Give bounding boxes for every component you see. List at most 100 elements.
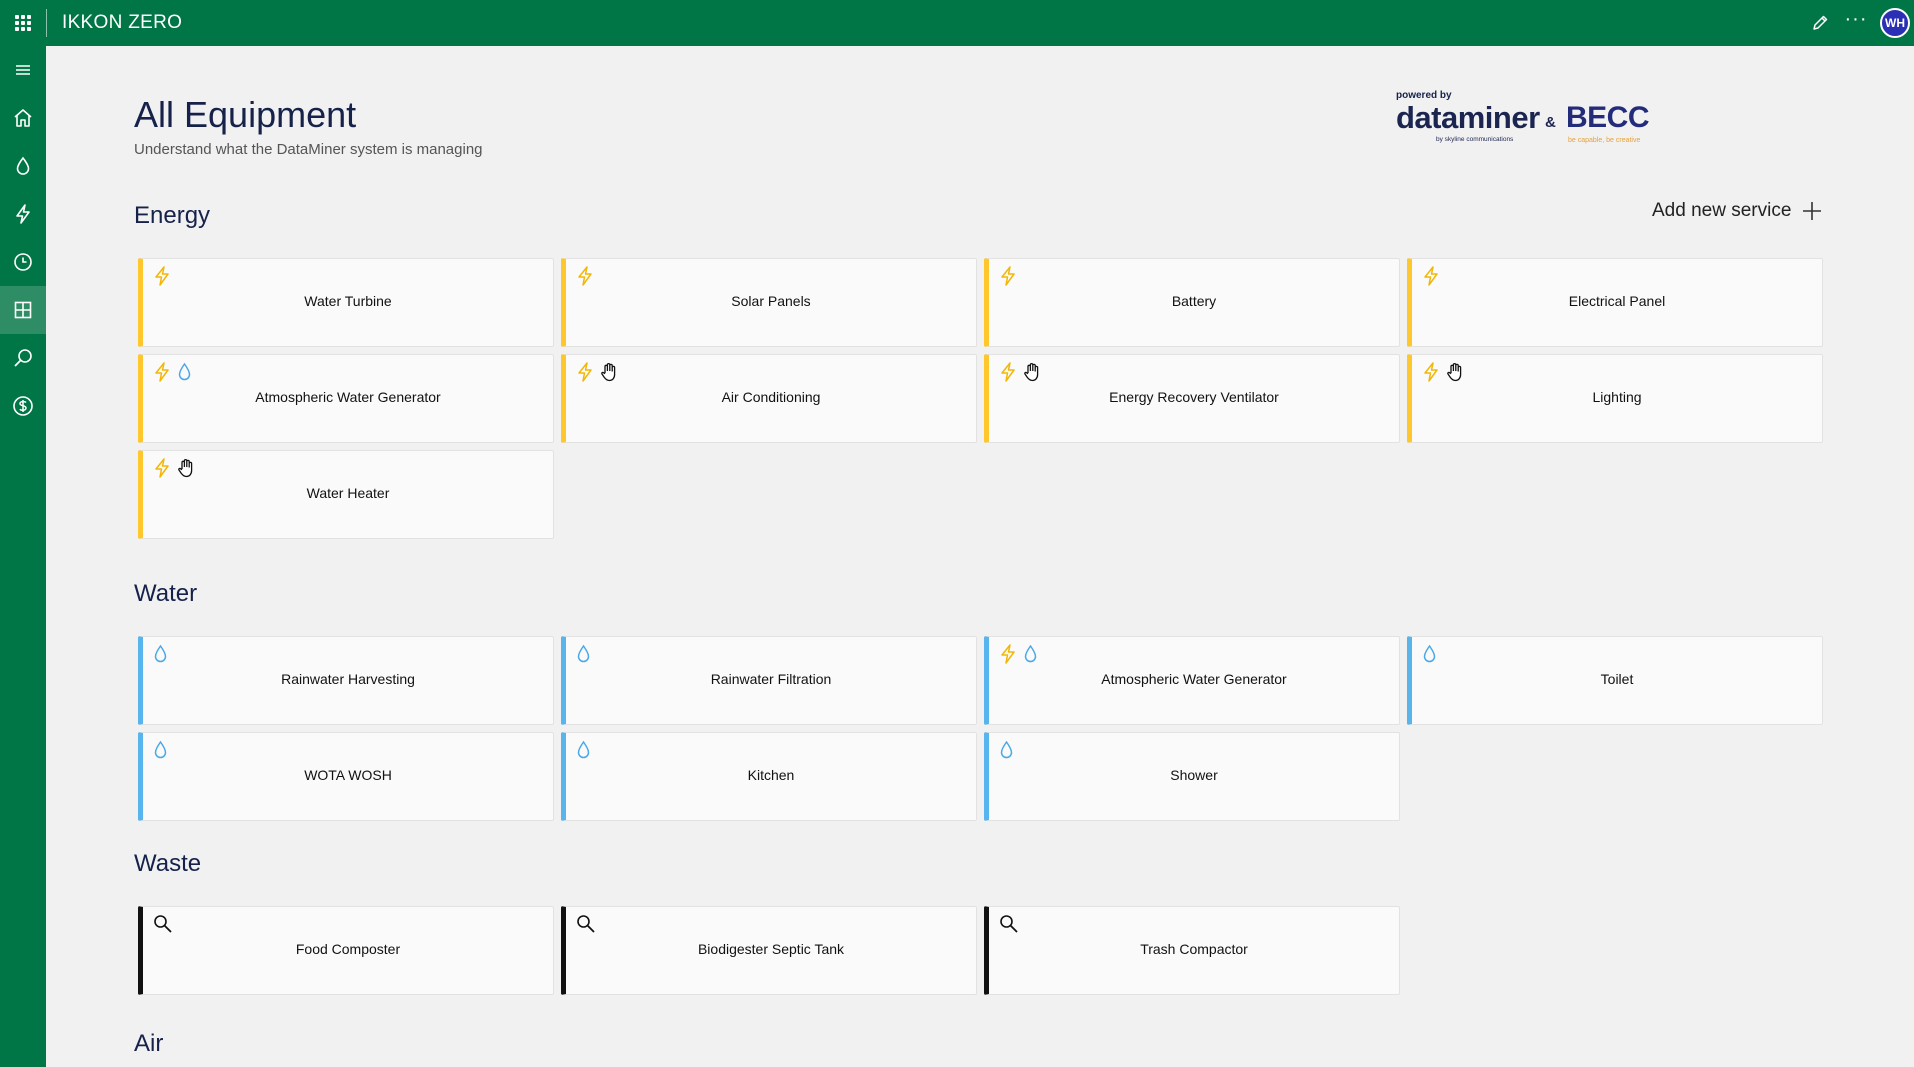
card-icons: [576, 266, 593, 286]
equipment-card[interactable]: Solar Panels: [561, 258, 977, 347]
sidebar: [0, 46, 46, 1067]
water-drop-icon: [16, 156, 30, 175]
equipment-card[interactable]: Toilet: [1407, 636, 1823, 725]
water-drop-icon: [1023, 644, 1038, 664]
equipment-card[interactable]: Energy Recovery Ventilator: [984, 354, 1400, 443]
page-title: All Equipment: [134, 94, 357, 135]
app-launcher-icon: [15, 15, 31, 31]
card-label: Biodigester Septic Tank: [697, 941, 845, 957]
edit-button[interactable]: [1802, 0, 1838, 46]
dollar-icon: [13, 396, 33, 416]
home-icon: [14, 109, 32, 127]
equipment-card[interactable]: Battery: [984, 258, 1400, 347]
dataminer-logo: dataminer: [1396, 100, 1540, 135]
equipment-card[interactable]: Biodigester Septic Tank: [561, 906, 977, 995]
card-icons: [576, 740, 591, 760]
lightning-icon: [576, 266, 593, 286]
top-bar: IKKON ZERO ··· WH: [0, 0, 1914, 46]
card-label: Atmospheric Water Generator: [255, 389, 441, 405]
card-label: Rainwater Harvesting: [281, 671, 415, 687]
lightning-icon: [999, 362, 1016, 382]
plus-icon: [1801, 200, 1823, 222]
card-label: Kitchen: [747, 767, 795, 783]
sidebar-item-search[interactable]: [0, 334, 46, 382]
card-icons: [153, 458, 195, 478]
topbar-divider: [46, 9, 47, 37]
card-icons: [153, 740, 168, 760]
card-icons: [576, 914, 596, 934]
lightning-icon: [16, 204, 30, 224]
card-icons: [999, 266, 1016, 286]
equipment-card[interactable]: Water Heater: [138, 450, 554, 539]
equipment-card[interactable]: Food Composter: [138, 906, 554, 995]
main-content: All Equipment Understand what the DataMi…: [46, 46, 1914, 1067]
hand-icon: [177, 458, 195, 478]
water-drop-icon: [153, 740, 168, 760]
section-title-water: Water: [134, 580, 198, 607]
lightning-icon: [153, 266, 170, 286]
clock-icon: [14, 253, 32, 271]
card-label: Toilet: [1600, 671, 1634, 687]
becc-tagline: be capable, be creative: [1568, 137, 1641, 144]
equipment-card[interactable]: Air Conditioning: [561, 354, 977, 443]
card-icons: [1422, 362, 1464, 382]
card-label: Shower: [1170, 767, 1218, 783]
card-label: Food Composter: [295, 941, 401, 957]
card-label: Energy Recovery Ventilator: [1109, 389, 1279, 405]
card-icons: [999, 914, 1019, 934]
equipment-card[interactable]: Trash Compactor: [984, 906, 1400, 995]
lightning-icon: [1422, 362, 1439, 382]
card-label: WOTA WOSH: [304, 767, 392, 783]
hand-icon: [1446, 362, 1464, 382]
card-icons: [153, 266, 170, 286]
card-icons: [153, 914, 173, 934]
more-options-button[interactable]: ···: [1838, 0, 1874, 46]
sidebar-item-home[interactable]: [0, 94, 46, 142]
card-label: Water Heater: [306, 485, 390, 501]
card-label: Water Turbine: [304, 293, 392, 309]
equipment-card[interactable]: WOTA WOSH: [138, 732, 554, 821]
section-title-energy: Energy: [134, 202, 211, 229]
equipment-card[interactable]: Electrical Panel: [1407, 258, 1823, 347]
section-title-waste: Waste: [134, 850, 202, 877]
app-title: IKKON ZERO: [62, 12, 183, 33]
equipment-card[interactable]: Lighting: [1407, 354, 1823, 443]
equipment-card[interactable]: Kitchen: [561, 732, 977, 821]
card-icons: [576, 644, 591, 664]
avatar[interactable]: WH: [1880, 8, 1910, 38]
sidebar-item-history[interactable]: [0, 238, 46, 286]
search-icon: [14, 349, 32, 367]
magnifier-icon: [999, 914, 1019, 934]
card-icons: [576, 362, 618, 382]
sidebar-item-water[interactable]: [0, 142, 46, 190]
water-drop-icon: [153, 644, 168, 664]
lightning-icon: [153, 362, 170, 382]
equipment-card[interactable]: Shower: [984, 732, 1400, 821]
hand-icon: [1023, 362, 1041, 382]
card-icons: [1422, 644, 1437, 664]
sidebar-item-energy[interactable]: [0, 190, 46, 238]
app-launcher-button[interactable]: [0, 0, 46, 46]
card-icons: [999, 644, 1038, 664]
sidebar-item-menu[interactable]: [0, 46, 46, 94]
add-new-service-button[interactable]: Add new service: [1652, 200, 1823, 222]
grid-icon: [14, 301, 32, 319]
logo-ampersand: &: [1545, 114, 1556, 131]
equipment-card[interactable]: Rainwater Filtration: [561, 636, 977, 725]
equipment-card[interactable]: Atmospheric Water Generator: [984, 636, 1400, 725]
water-drop-icon: [1422, 644, 1437, 664]
sidebar-item-equipment[interactable]: [0, 286, 46, 334]
water-drop-icon: [576, 740, 591, 760]
card-icons: [153, 362, 192, 382]
sidebar-item-cost[interactable]: [0, 382, 46, 430]
equipment-card[interactable]: Water Turbine: [138, 258, 554, 347]
equipment-card[interactable]: Atmospheric Water Generator: [138, 354, 554, 443]
water-drop-icon: [999, 740, 1014, 760]
card-icons: [1422, 266, 1439, 286]
partner-logo: powered by dataminer by skyline communic…: [1396, 90, 1666, 160]
hamburger-icon: [16, 65, 30, 75]
add-service-label: Add new service: [1652, 200, 1792, 221]
lightning-icon: [153, 458, 170, 478]
equipment-card[interactable]: Rainwater Harvesting: [138, 636, 554, 725]
water-drop-icon: [576, 644, 591, 664]
